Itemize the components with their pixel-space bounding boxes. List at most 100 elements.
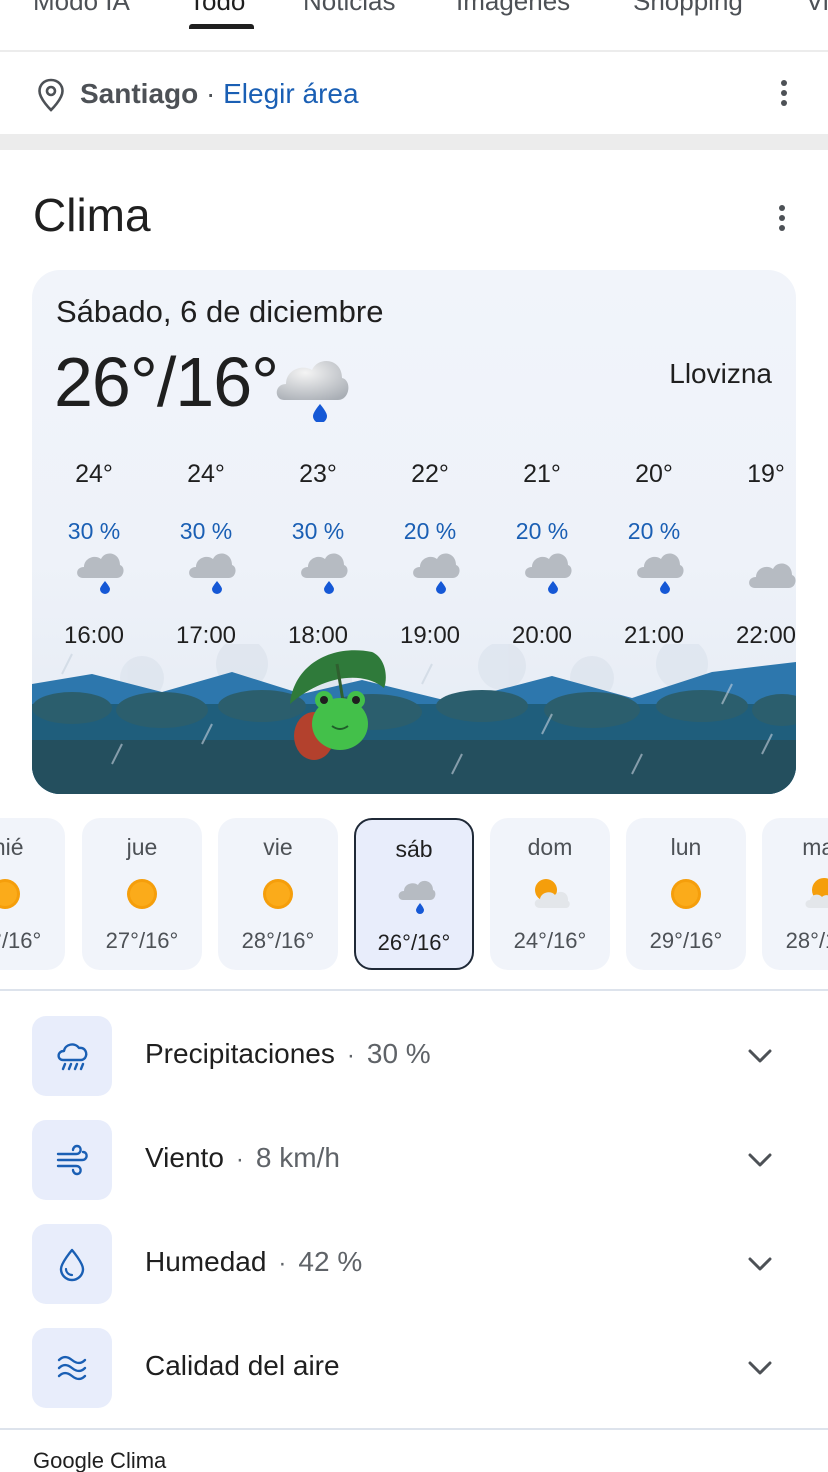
weather-more-icon[interactable]: [779, 205, 785, 231]
hourly-precip: 20 %: [627, 518, 681, 544]
humidity-value: 42 %: [298, 1246, 363, 1277]
sun-icon: [671, 879, 701, 909]
hourly-temp: 24°: [75, 460, 113, 488]
wind-text: Viento · 8 km/h: [145, 1142, 340, 1173]
tab-videos[interactable]: Vi: [806, 0, 828, 17]
precipitation-value: 30 %: [366, 1038, 431, 1069]
day-temps: 27°/16°: [0, 928, 42, 953]
hourly-forecast: 24° 30 % 16:00 24° 30 % 17:00 23° 30 % 1…: [32, 460, 796, 660]
air-quality-text: Calidad del aire: [145, 1350, 340, 1382]
weather-condition: Llovizna: [669, 358, 772, 389]
cloud-icon: [749, 563, 796, 588]
active-tab-indicator: [189, 24, 254, 29]
day-card[interactable]: dom 24°/16°: [490, 818, 610, 970]
chevron-down-icon[interactable]: [746, 1150, 774, 1170]
drizzle-icon: [525, 553, 572, 594]
day-card[interactable]: jue 27°/16°: [82, 818, 202, 970]
day-name: dom: [527, 834, 573, 860]
drizzle-icon: [637, 553, 684, 594]
day-name: sáb: [395, 836, 433, 862]
location-more-icon[interactable]: [781, 80, 787, 106]
sun-icon: [263, 879, 293, 909]
sun-icon: [127, 879, 157, 909]
day-card[interactable]: lun 29°/16°: [626, 818, 746, 970]
day-name: mar: [802, 834, 828, 860]
tab-shopping[interactable]: Shopping: [633, 0, 743, 17]
day-card[interactable]: mar 28°/16°: [762, 818, 828, 970]
location-row: Santiago · Elegir área: [0, 52, 828, 134]
drizzle-icon: [276, 360, 349, 422]
weather-section-title: Clima: [33, 189, 151, 241]
day-temps: 24°/16°: [513, 928, 587, 953]
day-card[interactable]: mié 27°/16°: [0, 818, 65, 970]
daily-forecast: mié 27°/16° jue 27°/16° vie 28°/16° sáb …: [0, 818, 828, 970]
wind-icon-tile: [32, 1120, 112, 1200]
divider: [0, 989, 828, 991]
partly-cloudy-icon: [534, 879, 570, 908]
humidity-label: Humedad: [145, 1246, 267, 1277]
humidity-row[interactable]: Humedad · 42 %: [0, 1224, 828, 1304]
day-temps: 27°/16°: [105, 928, 179, 953]
location-text: Santiago · Elegir área: [80, 78, 359, 110]
hourly-temp: 23°: [299, 460, 337, 488]
day-name: lun: [670, 834, 702, 860]
chevron-down-icon[interactable]: [746, 1358, 774, 1378]
hourly-precip: 20 %: [403, 518, 457, 544]
location-pin-icon: [38, 78, 64, 112]
choose-area-link[interactable]: Elegir área: [223, 78, 358, 109]
sun-icon: [0, 879, 20, 909]
air-waves-icon: [57, 1355, 87, 1381]
drizzle-icon: [413, 553, 460, 594]
day-temps: 26°/16°: [377, 930, 451, 955]
tab-noticias[interactable]: Noticias: [303, 0, 395, 17]
hourly-temp: 19°: [747, 460, 785, 488]
section-separator: [0, 134, 828, 150]
weather-card: Sábado, 6 de diciembre 26°/16° Llovizna …: [32, 270, 796, 794]
day-card[interactable]: vie 28°/16°: [218, 818, 338, 970]
wind-label: Viento: [145, 1142, 224, 1173]
precipitation-icon-tile: [32, 1016, 112, 1096]
day-temps: 29°/16°: [649, 928, 723, 953]
hourly-temp: 22°: [411, 460, 449, 488]
chevron-down-icon[interactable]: [746, 1046, 774, 1066]
hourly-precip: 30 %: [179, 518, 233, 544]
weather-current-temps: 26°/16°: [54, 343, 279, 421]
divider: [0, 1428, 828, 1430]
rain-scene-illustration: [32, 644, 796, 794]
air-quality-row[interactable]: Calidad del aire: [0, 1328, 828, 1408]
weather-date: Sábado, 6 de diciembre: [56, 294, 384, 329]
tab-modo-ia[interactable]: Modo IA: [33, 0, 130, 17]
hourly-precip: 30 %: [291, 518, 345, 544]
hourly-precip: 20 %: [515, 518, 569, 544]
location-city: Santiago: [80, 78, 199, 109]
chevron-down-icon[interactable]: [746, 1254, 774, 1274]
wind-row[interactable]: Viento · 8 km/h: [0, 1120, 828, 1200]
day-temps: 28°/16°: [785, 928, 828, 953]
drizzle-icon: [301, 553, 348, 594]
rain-cloud-icon: [57, 1043, 88, 1071]
humidity-icon-tile: [32, 1224, 112, 1304]
search-tabs: Modo IA Todo Noticias Imágenes Shopping …: [0, 0, 828, 52]
drizzle-icon: [189, 553, 236, 594]
day-temps: 28°/16°: [241, 928, 315, 953]
drizzle-icon: [77, 553, 124, 594]
day-name: jue: [126, 834, 158, 860]
precipitation-label: Precipitaciones: [145, 1038, 335, 1069]
hourly-temp: 24°: [187, 460, 225, 488]
precipitation-text: Precipitaciones · 30 %: [145, 1038, 431, 1069]
day-name: mié: [0, 834, 24, 860]
precipitation-row[interactable]: Precipitaciones · 30 %: [0, 1016, 828, 1096]
hourly-temp: 20°: [635, 460, 673, 488]
tab-imagenes[interactable]: Imágenes: [456, 0, 570, 17]
wind-value: 8 km/h: [255, 1142, 340, 1173]
day-card-selected[interactable]: sáb 26°/16°: [354, 818, 474, 970]
air-quality-label: Calidad del aire: [145, 1350, 340, 1381]
wind-icon: [56, 1144, 88, 1176]
droplet-icon: [59, 1248, 85, 1282]
hourly-temp: 21°: [523, 460, 561, 488]
tab-todo[interactable]: Todo: [189, 0, 245, 17]
hourly-precip: 30 %: [67, 518, 121, 544]
drizzle-icon: [398, 880, 436, 914]
source-attribution[interactable]: Google Clima: [33, 1448, 166, 1472]
humidity-text: Humedad · 42 %: [145, 1246, 363, 1277]
